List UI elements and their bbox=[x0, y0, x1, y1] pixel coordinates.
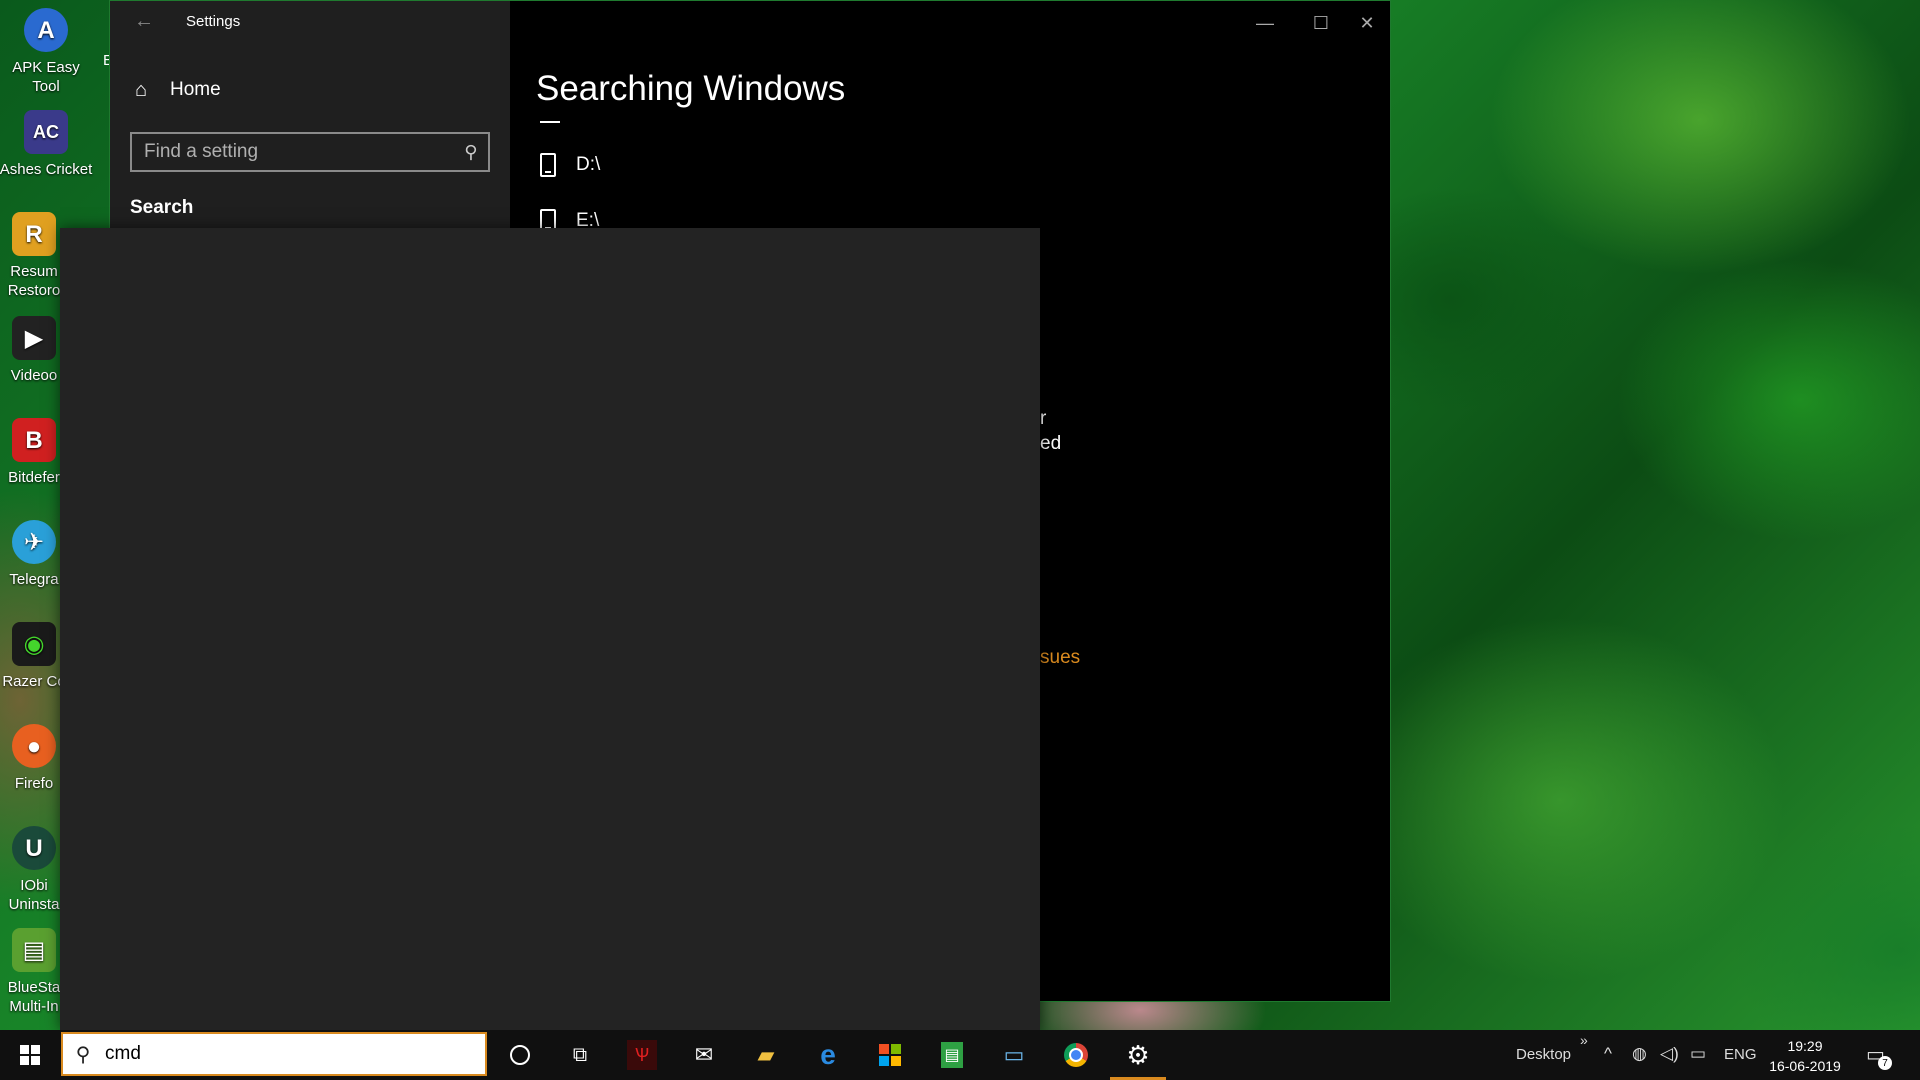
notes-icon[interactable]: ▤ bbox=[922, 1030, 982, 1080]
battery-icon[interactable]: ▭ bbox=[1690, 1044, 1706, 1064]
razer-icon: ◉ bbox=[12, 622, 56, 666]
nav-home-label: Home bbox=[170, 79, 221, 100]
network-globe-icon[interactable]: ◍ bbox=[1632, 1044, 1647, 1064]
partial-text-line-2: ed bbox=[1040, 433, 1062, 454]
desktop-icon-ashes-cricket[interactable]: AC Ashes Cricket bbox=[0, 106, 94, 179]
ashes-cricket-icon: AC bbox=[24, 110, 68, 154]
store-icon[interactable] bbox=[860, 1030, 920, 1080]
find-setting-input[interactable] bbox=[132, 140, 454, 164]
clock-time: 19:29 bbox=[1787, 1038, 1823, 1054]
chrome-icon[interactable] bbox=[1046, 1030, 1106, 1080]
edge-icon[interactable]: e bbox=[798, 1030, 858, 1080]
apk-easy-tool-icon: A bbox=[24, 8, 68, 52]
close-button[interactable]: ✕ bbox=[1344, 9, 1390, 37]
maximize-button[interactable]: ☐ bbox=[1298, 9, 1344, 37]
drive-icon bbox=[540, 153, 556, 177]
partial-link[interactable]: sues bbox=[1040, 647, 1080, 669]
window-title: Settings bbox=[186, 13, 241, 30]
taskbar: ⚲ ⧉ Ѱ ✉ ▰ e ▤ ▭ ⚙ Desktop » ^ ◍ ◁) ▭ ENG… bbox=[0, 1030, 1920, 1080]
cortana-icon[interactable] bbox=[490, 1030, 550, 1080]
file-explorer-icon[interactable]: ▰ bbox=[736, 1030, 796, 1080]
search-icon: ⚲ bbox=[75, 1043, 91, 1066]
nav-home[interactable]: ⌂ Home bbox=[130, 79, 221, 101]
minimize-button[interactable]: — bbox=[1242, 9, 1288, 37]
desktop-icon-label: APK Easy Tool bbox=[12, 59, 80, 95]
bluestacks-icon: ▤ bbox=[12, 928, 56, 972]
drive-label: D:\ bbox=[576, 154, 601, 175]
back-arrow-icon[interactable]: ← bbox=[128, 7, 160, 35]
desktop-toolbar-label[interactable]: Desktop bbox=[1516, 1046, 1571, 1063]
desktop-icon-label: Ashes Cricket bbox=[0, 161, 93, 178]
settings-gear-icon[interactable]: ⚙ bbox=[1108, 1030, 1168, 1080]
taskbar-search-box[interactable]: ⚲ bbox=[61, 1032, 487, 1076]
show-hidden-icons-icon[interactable]: ^ bbox=[1604, 1044, 1612, 1064]
mail-icon[interactable]: ✉ bbox=[674, 1030, 734, 1080]
windows-logo-icon bbox=[20, 1045, 40, 1065]
start-button[interactable] bbox=[0, 1030, 60, 1080]
clock-date: 16-06-2019 bbox=[1769, 1058, 1841, 1074]
home-icon: ⌂ bbox=[134, 78, 148, 101]
drive-item-d[interactable]: D:\ bbox=[540, 153, 600, 177]
search-icon[interactable]: ⚲ bbox=[454, 142, 488, 163]
search-flyout-panel bbox=[60, 228, 1040, 1030]
language-indicator[interactable]: ENG bbox=[1724, 1046, 1757, 1063]
bitdefender-icon: B bbox=[12, 418, 56, 462]
iobit-uninstaller-icon: U bbox=[12, 826, 56, 870]
firefox-icon: ● bbox=[12, 724, 56, 768]
restoro-icon: R bbox=[12, 212, 56, 256]
partial-text-line-1: r bbox=[1040, 408, 1047, 429]
predator-icon[interactable]: Ѱ bbox=[612, 1030, 672, 1080]
notification-count-badge: 7 bbox=[1878, 1056, 1892, 1070]
page-title: Searching Windows bbox=[536, 69, 846, 108]
task-view-icon[interactable]: ⧉ bbox=[550, 1030, 610, 1080]
taskbar-search-input[interactable] bbox=[103, 1042, 485, 1066]
section-heading: Search bbox=[130, 197, 194, 218]
desktop-icon-apk-easy-tool[interactable]: A APK Easy Tool bbox=[0, 4, 94, 96]
video-player-icon: ▶ bbox=[12, 316, 56, 360]
title-underline bbox=[540, 121, 560, 123]
volume-icon[interactable]: ◁) bbox=[1660, 1044, 1679, 1064]
clock[interactable]: 19:29 16-06-2019 bbox=[1760, 1036, 1850, 1076]
telegram-icon: ✈ bbox=[12, 520, 56, 564]
find-setting-box[interactable]: ⚲ bbox=[130, 132, 490, 172]
toolbar-chevron-icon[interactable]: » bbox=[1580, 1032, 1588, 1048]
pc-icon[interactable]: ▭ bbox=[984, 1030, 1044, 1080]
